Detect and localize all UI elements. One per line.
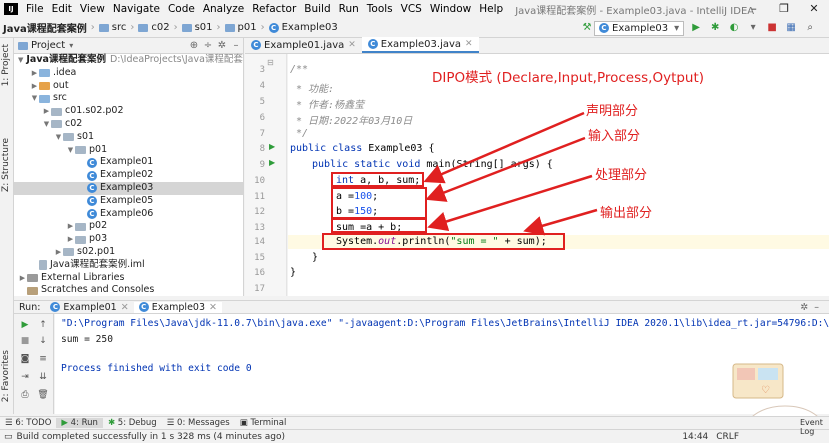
tool-tab-terminal[interactable]: ▣ Terminal: [235, 418, 292, 428]
console-output[interactable]: "D:\Program Files\Java\jdk-11.0.7\bin\ja…: [55, 314, 829, 414]
rerun-icon[interactable]: ▶: [18, 318, 32, 332]
run-label: Run:: [19, 301, 41, 313]
console-output-line: sum = 250: [61, 334, 113, 345]
console-command-line: "D:\Program Files\Java\jdk-11.0.7\bin\ja…: [61, 318, 829, 329]
trash-icon[interactable]: 🗑: [36, 388, 50, 402]
tool-tab-todo[interactable]: ☰ 6: TODO: [0, 418, 56, 428]
run-tab-example01[interactable]: C Example01 ✕: [45, 302, 133, 313]
message-icon: ☰: [166, 418, 178, 428]
layout-icon[interactable]: ⇥: [18, 370, 32, 384]
class-icon: C: [138, 302, 149, 312]
run-toolwindow-header: Run: C Example01 ✕ C Example03 ✕ ✲ –: [14, 300, 829, 314]
soft-wrap-icon[interactable]: ≡: [36, 352, 50, 366]
arrow-output: [523, 208, 598, 236]
camera-icon[interactable]: ◙: [18, 352, 32, 366]
print-icon[interactable]: ⎙: [18, 388, 32, 402]
status-message[interactable]: Build completed successfully in 1 s 328 …: [17, 432, 286, 442]
tool-tab-run[interactable]: ▶ 4: Run: [56, 418, 103, 428]
run-icon: ▶: [61, 418, 71, 428]
bottom-tool-tabs: ☰ 6: TODO ▶ 4: Run ✱ 5: Debug ☰ 0: Messa…: [0, 416, 829, 429]
event-log-button[interactable]: Event Log: [800, 418, 829, 436]
up-icon[interactable]: ↑: [36, 318, 50, 332]
gear-icon[interactable]: ✲ –: [800, 302, 819, 313]
svg-text:♡: ♡: [761, 385, 770, 396]
list-icon: ☰: [5, 418, 16, 428]
status-icon: ▭: [4, 431, 13, 442]
debug-icon: ✱: [107, 418, 118, 428]
run-toolbar-side: ▶ ↑ ■ ↓ ◙ ≡ ⇥ ⇊ ⎙ 🗑: [14, 314, 54, 414]
close-icon[interactable]: ✕: [121, 302, 129, 313]
console-finished-line: Process finished with exit code 0: [61, 363, 252, 374]
terminal-icon: ▣: [239, 418, 251, 428]
tool-tab-messages[interactable]: ☰ 0: Messages: [162, 418, 235, 428]
tool-tab-debug[interactable]: ✱ 5: Debug: [103, 418, 162, 428]
close-icon[interactable]: ✕: [209, 302, 217, 313]
status-bar: ▭ Build completed successfully in 1 s 32…: [0, 429, 829, 443]
caret-position[interactable]: 14:44: [682, 432, 708, 442]
class-icon: C: [50, 302, 61, 312]
stop-icon[interactable]: ■: [18, 334, 32, 348]
run-tab-example03[interactable]: C Example03 ✕: [133, 301, 222, 313]
line-separator[interactable]: CRLF: [716, 432, 739, 442]
down-icon[interactable]: ↓: [36, 334, 50, 348]
scroll-end-icon[interactable]: ⇊: [36, 370, 50, 384]
